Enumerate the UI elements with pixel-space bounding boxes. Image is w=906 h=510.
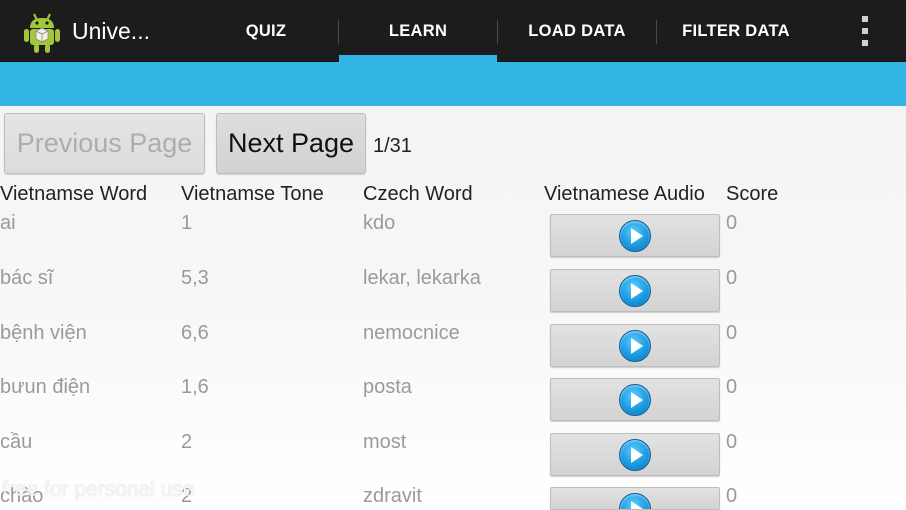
tab-label: LOAD DATA [528, 21, 626, 40]
play-icon [619, 329, 651, 362]
tab-label: QUIZ [245, 21, 287, 40]
watermark-text: free for personal use [2, 478, 195, 501]
page-indicator: 1/31 [373, 135, 412, 157]
android-robot-icon[interactable] [22, 10, 62, 54]
tab-selected-indicator [339, 55, 497, 62]
czech-word-cell: most [363, 431, 407, 453]
tab-content-strip [0, 62, 906, 106]
tone-cell: 6,6 [181, 322, 209, 344]
tab-quiz[interactable]: QUIZ [194, 0, 338, 62]
play-audio-button[interactable] [550, 324, 720, 367]
play-audio-button[interactable] [550, 433, 720, 476]
play-audio-button[interactable] [550, 214, 720, 257]
play-icon [619, 219, 651, 252]
column-header-czech-word: Czech Word [363, 183, 473, 205]
column-header-score: Score [726, 183, 779, 205]
vietnamese-word-cell: bưun điện [0, 376, 91, 398]
column-header-vietnamese-tone: Vietnamse Tone [181, 183, 324, 205]
next-page-button[interactable]: Next Page [216, 113, 366, 174]
play-audio-button[interactable] [550, 378, 720, 421]
tab-label: FILTER DATA [682, 21, 790, 40]
vietnamese-word-cell: ai [0, 212, 16, 234]
czech-word-cell: nemocnice [363, 322, 460, 344]
app-title: Unive... [72, 18, 150, 44]
column-header-vietnamese-audio: Vietnamese Audio [544, 183, 705, 205]
czech-word-cell: kdo [363, 212, 396, 234]
play-icon [619, 493, 651, 509]
score-cell: 0 [726, 212, 738, 234]
score-cell: 0 [726, 267, 738, 289]
vietnamese-word-cell: bác sĩ [0, 267, 54, 289]
tone-cell: 1 [181, 212, 193, 234]
score-cell: 0 [726, 376, 738, 398]
tone-cell: 5,3 [181, 267, 209, 289]
tab-filter-data[interactable]: FILTER DATA [657, 0, 815, 62]
czech-word-cell: zdravit [363, 485, 422, 507]
column-header-vietnamese-word: Vietnamse Word [0, 183, 148, 205]
tab-load-data[interactable]: LOAD DATA [498, 0, 656, 62]
czech-word-cell: posta [363, 376, 412, 398]
score-cell: 0 [726, 485, 738, 507]
play-audio-button[interactable] [550, 487, 720, 510]
vietnamese-word-cell: cầu [0, 431, 33, 453]
czech-word-cell: lekar, lekarka [363, 267, 481, 289]
play-icon [619, 383, 651, 416]
previous-page-button[interactable]: Previous Page [4, 113, 205, 174]
tab-label: LEARN [388, 21, 448, 40]
play-icon [619, 438, 651, 471]
play-icon [619, 274, 651, 307]
tab-learn[interactable]: LEARN [339, 0, 497, 62]
overflow-menu-icon[interactable] [854, 14, 876, 48]
play-audio-button[interactable] [550, 269, 720, 312]
tone-cell: 2 [181, 431, 193, 453]
score-cell: 0 [726, 322, 738, 344]
vietnamese-word-cell: bệnh viện [0, 322, 87, 344]
tone-cell: 1,6 [181, 376, 209, 398]
action-bar: Unive... QUIZ LEARN LOAD DATA FILTER DAT… [0, 0, 906, 62]
score-cell: 0 [726, 431, 738, 453]
